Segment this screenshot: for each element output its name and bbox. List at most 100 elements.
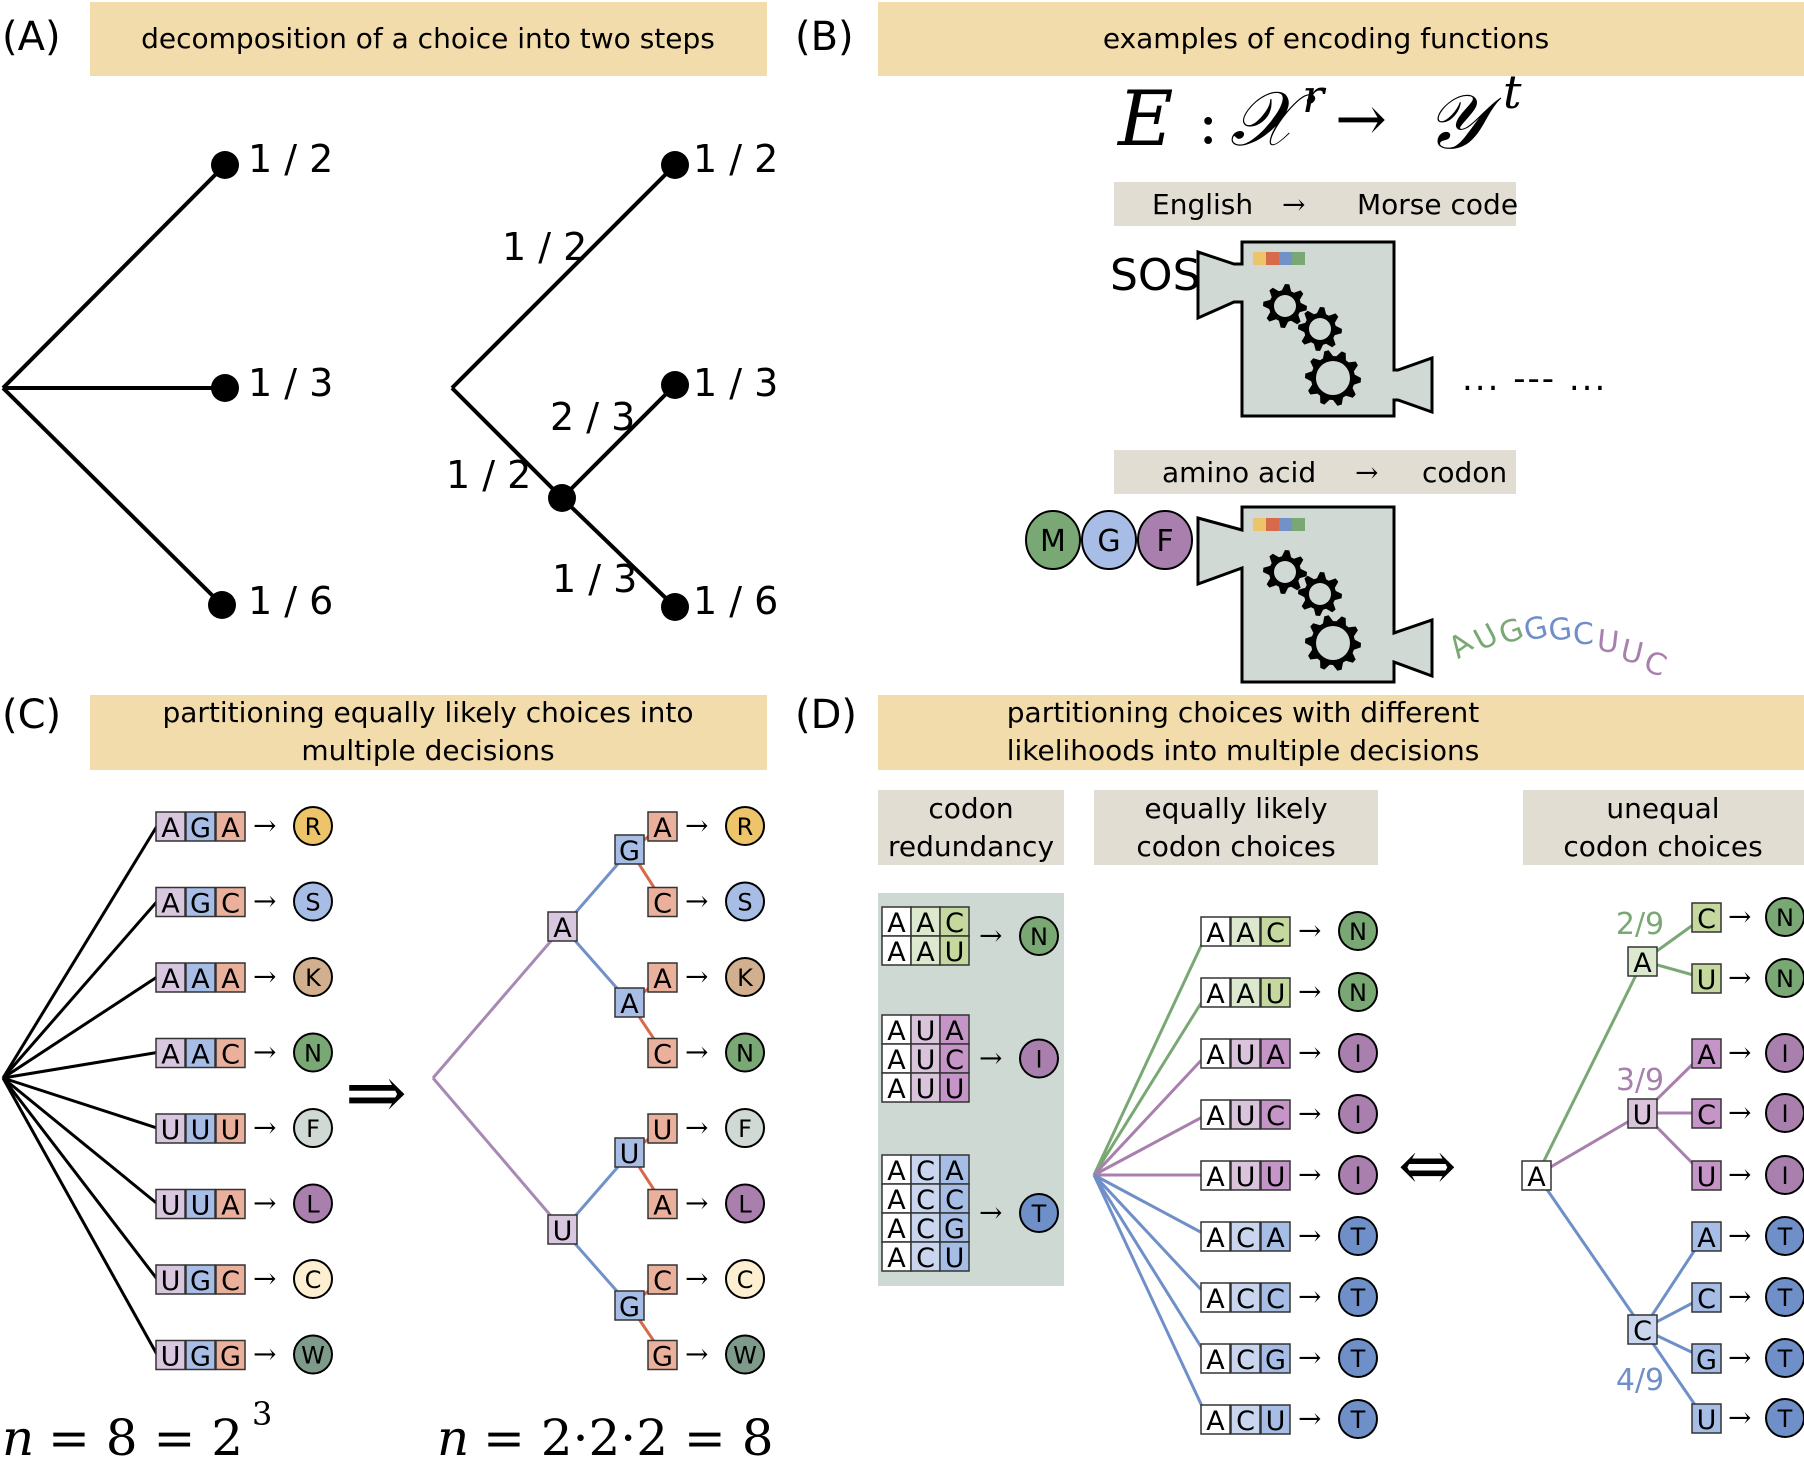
unequal-choice-tree: AA2/9 C → NU → NU3/9A → IC → IU → IC4/9A → TC → TG → TU → T xyxy=(1521,897,1804,1438)
nucleotide-letter: A xyxy=(1206,1223,1225,1254)
formula-y: 𝒴 xyxy=(1425,77,1502,166)
nucleotide-letter: U xyxy=(161,1115,181,1146)
arrow-icon: → xyxy=(253,1036,276,1069)
nucleotide-letter: U xyxy=(1633,1100,1653,1131)
example2-arrow: → xyxy=(1355,456,1378,489)
amino-acid-letter: F xyxy=(738,1115,752,1143)
nucleotide-letter: A xyxy=(916,937,935,968)
gear-icon xyxy=(1298,307,1342,351)
panel-d-title-line1: partitioning choices with different xyxy=(1007,696,1479,729)
strip-swatch xyxy=(1266,518,1279,531)
nucleotide-letter: A xyxy=(1633,948,1652,979)
nucleotide-letter: C xyxy=(1236,1223,1255,1254)
encoding-formula: E : 𝒳 r → 𝒴 t xyxy=(1116,65,1522,166)
nucleotide-letter: G xyxy=(1696,1345,1717,1376)
equation-right: n = 2·2·2 = 8 xyxy=(437,1409,774,1465)
formula-t: t xyxy=(1503,65,1522,119)
arrow-icon: → xyxy=(685,809,708,842)
nucleotide-letter: C xyxy=(1236,1406,1255,1437)
nucleotide-letter: A xyxy=(887,1156,906,1187)
nucleotide-letter: U xyxy=(1697,1405,1717,1436)
gear-hole xyxy=(1274,561,1296,583)
amino-acid-letter: I xyxy=(1781,1100,1788,1128)
nucleotide-letter: U xyxy=(916,1016,936,1047)
nucleotide-letter: A xyxy=(653,964,672,995)
nucleotide-letter: A xyxy=(887,908,906,939)
edge xyxy=(1092,930,1210,1176)
nucleotide-letter: C xyxy=(916,1156,935,1187)
nucleotide-letter: U xyxy=(1236,1162,1256,1193)
nucleotide-letter: A xyxy=(191,964,210,995)
implies-symbol: ⇒ xyxy=(345,1050,407,1136)
eq-exponent: 3 xyxy=(252,1395,272,1433)
strip-swatch xyxy=(1292,518,1305,531)
nucleotide-letter: A xyxy=(1236,979,1255,1010)
edge xyxy=(1092,1174,1210,1359)
color-strip xyxy=(1253,518,1305,531)
amino-acid-letter: C xyxy=(737,1266,754,1294)
arrow-icon: → xyxy=(1728,1158,1751,1191)
nucleotide-letter: U xyxy=(945,1074,965,1105)
panel-d-label: (D) xyxy=(795,692,857,738)
nucleotide-letter: U xyxy=(916,1074,936,1105)
eq-n: n xyxy=(437,1409,469,1465)
amino-acid-letter: I xyxy=(1781,1162,1788,1190)
nucleotide-letter: C xyxy=(945,908,964,939)
edge xyxy=(1092,1051,1210,1177)
nucleotide-letter: A xyxy=(161,1040,180,1071)
nucleotide-letter: U xyxy=(553,1216,573,1247)
nucleotide-letter: A xyxy=(1236,918,1255,949)
nucleotide-letter: G xyxy=(190,1342,211,1373)
arrow-icon: → xyxy=(253,809,276,842)
nucleotide-letter: U xyxy=(1236,1101,1256,1132)
amino-acid-letter: C xyxy=(305,1266,322,1294)
edge xyxy=(1,825,159,1079)
sub-banner-text: equally likely xyxy=(1144,792,1327,825)
nucleotide-letter: U xyxy=(916,1045,936,1076)
arrow-icon: → xyxy=(253,1187,276,1220)
arrow-icon: → xyxy=(1298,1341,1321,1374)
nucleotide-letter: C xyxy=(1697,1100,1716,1131)
eq-body: = 8 = 2 xyxy=(48,1409,243,1465)
nucleotide-letter: U xyxy=(191,1115,211,1146)
nucleotide-letter: A xyxy=(161,813,180,844)
internal-node xyxy=(548,484,576,512)
arrow-icon: → xyxy=(253,1111,276,1144)
arrow-icon: → xyxy=(979,1042,1002,1075)
amino-acid-letter: I xyxy=(1354,1040,1361,1068)
arrow-icon: → xyxy=(685,1036,708,1069)
edge xyxy=(450,163,677,390)
amino-acid-letter: N xyxy=(304,1040,322,1068)
nucleotide-letter: C xyxy=(916,1243,935,1274)
nucleotide-letter: C xyxy=(1266,918,1285,949)
leaf-node xyxy=(661,593,689,621)
amino-acid-letter: T xyxy=(1350,1345,1366,1373)
arrow-icon: → xyxy=(253,1262,276,1295)
nucleotide-letter: A xyxy=(553,913,572,944)
amino-acid-letter: N xyxy=(1776,965,1794,993)
edge xyxy=(1,163,227,390)
arrow-icon: → xyxy=(1298,1036,1321,1069)
codon-decision-tree: AUGAUGA → RC → SA → KC → NU → FA → LC → CG → W xyxy=(431,806,765,1375)
leaf-node xyxy=(661,151,689,179)
leaf-prob: 1 / 3 xyxy=(693,361,778,405)
panel-a-title: decomposition of a choice into two steps xyxy=(141,22,715,55)
example1-from: English xyxy=(1152,188,1253,221)
amino-acid-letter: N xyxy=(1349,979,1367,1007)
amino-acid-letter: I xyxy=(1354,1162,1361,1190)
nucleotide-letter: A xyxy=(887,1243,906,1274)
panel-b-label: (B) xyxy=(795,14,854,60)
nucleotide-letter: A xyxy=(887,1016,906,1047)
formula-colon: : xyxy=(1198,88,1218,158)
strip-swatch xyxy=(1253,252,1266,265)
nucleotide-letter: A xyxy=(161,964,180,995)
edge xyxy=(1093,1112,1209,1177)
amino-acid-letter: T xyxy=(1777,1284,1793,1312)
nucleotide-letter: C xyxy=(1633,1316,1652,1347)
nucleotide-letter: G xyxy=(190,813,211,844)
amino-acid-letter: F xyxy=(306,1115,320,1143)
rna-letter: C xyxy=(1639,644,1671,684)
panel-b: (B) examples of encoding functions E : 𝒳… xyxy=(795,2,1804,684)
amino-acid-letter: T xyxy=(1777,1345,1793,1373)
nucleotide-letter: A xyxy=(1697,1223,1716,1254)
